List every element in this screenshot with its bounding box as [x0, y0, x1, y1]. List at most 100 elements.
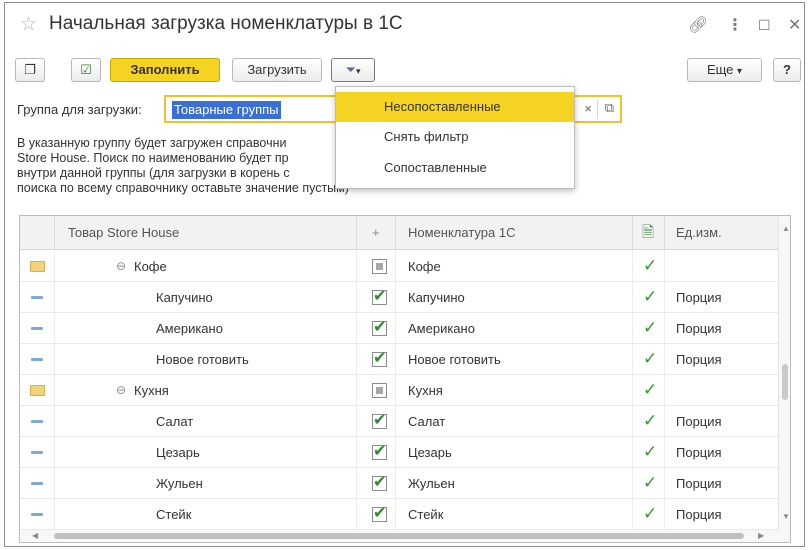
- column-divider: [356, 344, 357, 375]
- title-bar: ☆ Начальная загрузка номенклатуры в 1С 🔗…: [5, 3, 804, 47]
- menu-item-unmatched[interactable]: Несопоставленные: [336, 92, 574, 122]
- matched-check-icon: ✓: [643, 318, 658, 337]
- column-divider: [54, 437, 55, 468]
- unit: Порция: [676, 321, 722, 336]
- group-label: Группа для загрузки:: [17, 102, 142, 117]
- item-icon: [31, 451, 43, 454]
- table-row[interactable]: Новое готовить Новое готовить ✓ Порция: [20, 344, 780, 375]
- matched-check-icon: ✓: [643, 473, 658, 492]
- open-icon[interactable]: ⧉: [605, 100, 614, 116]
- column-divider: [664, 313, 665, 344]
- product-name: Кухня: [134, 383, 169, 398]
- scroll-right-icon[interactable]: ▶: [758, 531, 764, 540]
- unit: Порция: [676, 414, 722, 429]
- clear-icon[interactable]: ×: [584, 101, 592, 116]
- include-checkbox[interactable]: [372, 286, 387, 306]
- scroll-thumb[interactable]: [54, 533, 744, 539]
- vertical-scrollbar[interactable]: ▲ ▼: [778, 216, 790, 542]
- more-button[interactable]: Еще ▾: [687, 58, 762, 82]
- header-divider: [395, 216, 396, 250]
- nomenclature-name: Кухня: [408, 383, 443, 398]
- column-divider: [356, 468, 357, 499]
- horizontal-scrollbar[interactable]: ◀ ▶: [20, 530, 780, 542]
- header-divider: [54, 216, 55, 250]
- column-divider: [395, 499, 396, 530]
- main-window: ☆ Начальная загрузка номенклатуры в 1С 🔗…: [4, 2, 805, 547]
- table-row[interactable]: Жульен Жульен ✓ Порция: [20, 468, 780, 499]
- scroll-left-icon[interactable]: ◀: [32, 531, 38, 540]
- favorite-star-icon[interactable]: ☆: [20, 13, 37, 36]
- product-name: Американо: [156, 321, 223, 336]
- table-row[interactable]: Американо Американо ✓ Порция: [20, 313, 780, 344]
- table-row[interactable]: Салат Салат ✓ Порция: [20, 406, 780, 437]
- column-divider: [632, 282, 633, 313]
- scroll-down-icon[interactable]: ▼: [782, 512, 790, 521]
- menu-item-clear-filter[interactable]: Снять фильтр: [336, 122, 574, 152]
- column-divider: [632, 437, 633, 468]
- load-button[interactable]: Загрузить: [232, 58, 322, 82]
- matched-check-icon: ✓: [643, 349, 658, 368]
- include-checkbox[interactable]: [372, 259, 387, 274]
- column-divider: [54, 499, 55, 530]
- header-divider: [632, 216, 633, 250]
- include-checkbox[interactable]: [372, 410, 387, 430]
- copy-button[interactable]: ❐: [15, 58, 45, 82]
- column-divider: [632, 313, 633, 344]
- document-check-icon[interactable]: 🗎︎: [642, 216, 654, 250]
- link-icon[interactable]: 🔗︎: [688, 15, 708, 35]
- item-icon: [31, 513, 43, 516]
- item-icon: [31, 358, 43, 361]
- collapse-icon[interactable]: ⊖: [116, 251, 126, 282]
- column-divider: [395, 468, 396, 499]
- maximize-icon[interactable]: ☐: [758, 17, 771, 34]
- table-row[interactable]: Стейк Стейк ✓ Порция: [20, 499, 780, 530]
- close-icon[interactable]: ✕: [788, 15, 801, 35]
- chevron-down-icon: ▾: [737, 66, 743, 77]
- header-product[interactable]: Товар Store House: [68, 216, 179, 250]
- column-divider: [356, 437, 357, 468]
- include-checkbox[interactable]: [372, 383, 387, 398]
- column-divider: [395, 313, 396, 344]
- scroll-thumb[interactable]: [782, 364, 788, 400]
- column-divider: [54, 251, 55, 282]
- matched-check-icon: ✓: [643, 287, 658, 306]
- field-divider: [597, 100, 598, 118]
- unit: Порция: [676, 352, 722, 367]
- column-divider: [664, 437, 665, 468]
- unit: Порция: [676, 476, 722, 491]
- collapse-icon[interactable]: ⊖: [116, 375, 126, 406]
- table-row[interactable]: Цезарь Цезарь ✓ Порция: [20, 437, 780, 468]
- column-divider: [664, 282, 665, 313]
- include-checkbox[interactable]: [372, 503, 387, 523]
- item-icon: [31, 296, 43, 299]
- menu-item-matched[interactable]: Сопоставленные: [336, 153, 574, 183]
- header-nomenclature[interactable]: Номенклатура 1С: [408, 216, 515, 250]
- column-divider: [632, 344, 633, 375]
- more-button-label: Еще: [706, 62, 734, 77]
- column-divider: [54, 375, 55, 406]
- column-divider: [395, 406, 396, 437]
- fill-button[interactable]: Заполнить: [110, 58, 220, 82]
- chevron-down-icon: ▾: [355, 66, 361, 76]
- table-row[interactable]: ⊖ Кофе Кофе ✓: [20, 251, 780, 282]
- include-checkbox[interactable]: [372, 441, 387, 461]
- header-plus[interactable]: +: [372, 216, 380, 250]
- folder-icon: [30, 385, 45, 396]
- table-row[interactable]: Капучино Капучино ✓ Порция: [20, 282, 780, 313]
- nomenclature-table: Товар Store House + Номенклатура 1С 🗎︎ Е…: [19, 215, 791, 543]
- group-value[interactable]: Товарные группы: [172, 101, 281, 119]
- scroll-up-icon[interactable]: ▲: [782, 224, 790, 233]
- include-checkbox[interactable]: [372, 472, 387, 492]
- edit-button[interactable]: ☑: [71, 58, 101, 82]
- header-unit[interactable]: Ед.изм.: [676, 216, 722, 250]
- item-icon: [31, 327, 43, 330]
- more-menu-icon[interactable]: ⋮: [727, 15, 743, 35]
- include-checkbox[interactable]: [372, 348, 387, 368]
- include-checkbox[interactable]: [372, 317, 387, 337]
- help-button[interactable]: ?: [773, 58, 801, 82]
- product-name: Цезарь: [156, 445, 200, 460]
- column-divider: [395, 282, 396, 313]
- table-row[interactable]: ⊖ Кухня Кухня ✓: [20, 375, 780, 406]
- filter-button[interactable]: ⏷▾: [331, 58, 375, 82]
- edit-check-icon: ☑: [80, 62, 92, 77]
